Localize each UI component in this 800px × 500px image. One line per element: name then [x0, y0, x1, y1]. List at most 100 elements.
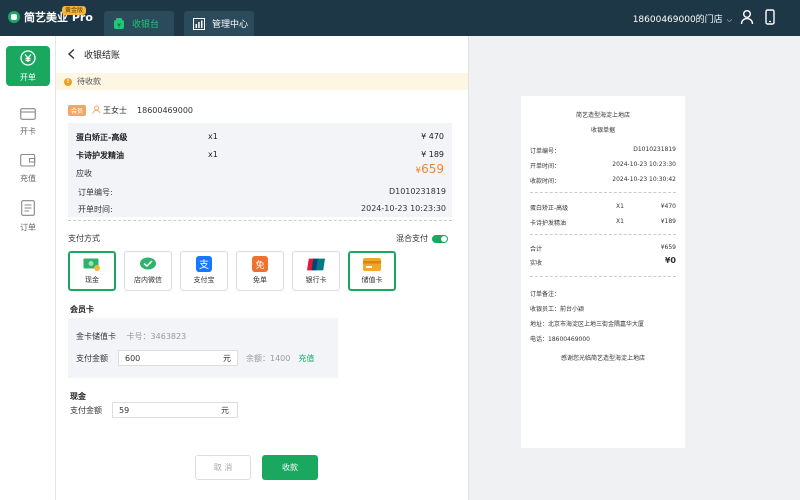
- card-amount-value: 600: [125, 353, 141, 363]
- svg-text:支: 支: [199, 259, 209, 271]
- open-time-row: 开单时间: 2024-10-23 10:23:30: [78, 204, 446, 215]
- page-title: 收银结账: [84, 50, 121, 61]
- member-card-box: 金卡储值卡 卡号：3463823 支付金额 600 元 余额：1400 充值: [68, 318, 338, 378]
- cancel-button[interactable]: 取 消: [195, 455, 251, 480]
- logo-icon: [8, 11, 20, 23]
- chart-icon: [192, 17, 206, 30]
- card-balance: 余额：1400: [246, 353, 291, 363]
- open-time: 2024-10-23 10:23:30: [361, 204, 446, 213]
- top-bar: 简艺美业 Pro 黄金版 ¥ 收银台 管理中心 18600469000的门店 ⌵: [0, 0, 800, 36]
- pay-method-alipay[interactable]: 支 支付宝: [180, 251, 228, 291]
- sidebar-item-orders[interactable]: 订单: [6, 196, 50, 236]
- wechat-icon: [139, 257, 157, 271]
- nav-management[interactable]: 管理中心: [184, 11, 254, 36]
- receipt-phone: 电话：18600469000: [530, 336, 590, 343]
- collect-payment-button[interactable]: 收款: [262, 455, 318, 480]
- sidebar-item-label: 充值: [20, 173, 36, 183]
- sidebar-item-label: 开卡: [20, 126, 36, 136]
- pay-method-label: 储值卡: [361, 276, 383, 284]
- status-text: 待收款: [77, 77, 101, 86]
- cash-pay-row: 支付金额 59 元: [70, 402, 238, 418]
- cash-icon: [83, 257, 101, 271]
- yuan-icon: [20, 49, 36, 68]
- sidebar: 开单 开卡 充值 订单: [0, 36, 56, 500]
- unit-label: 元: [221, 405, 229, 415]
- stored-card-icon: [363, 257, 381, 271]
- card-pay-row: 支付金额 600 元 余额：1400 充值: [76, 350, 314, 366]
- free-icon: 免: [251, 256, 269, 272]
- receipt-title: 收银单据: [590, 127, 615, 134]
- pay-method-label: 免单: [253, 276, 267, 284]
- pay-method-cash[interactable]: 现金: [68, 251, 116, 291]
- recharge-link[interactable]: 充值: [298, 353, 314, 364]
- sidebar-item-open-card[interactable]: 开卡: [6, 102, 50, 142]
- pay-method-label: 银行卡: [305, 276, 327, 284]
- item-price: ¥ 189: [421, 150, 444, 159]
- pay-method-bank-card[interactable]: 银行卡: [292, 251, 340, 291]
- cash-amount-input[interactable]: 59 元: [112, 402, 238, 418]
- receipt-store: 简艺造型海淀上地店: [575, 112, 630, 119]
- back-arrow-icon[interactable]: [66, 48, 78, 60]
- card-pay-label: 支付金额: [76, 353, 108, 363]
- payment-methods: 现金 店内微信 支 支付宝 免 免单 银行卡 储值卡: [68, 251, 408, 291]
- chevron-down-icon: ⌵: [726, 16, 732, 24]
- member-info: 会员 王女士 18600469000: [68, 105, 193, 116]
- receivable-label: 应收: [76, 169, 92, 178]
- item-price: ¥ 470: [421, 132, 444, 141]
- order-number-label: 订单编号:: [78, 188, 113, 197]
- card-amount-input[interactable]: 600 元: [118, 350, 238, 366]
- pay-method-label: 支付宝: [193, 276, 215, 284]
- svg-text:免: 免: [255, 259, 264, 271]
- receipt-remark: 订单备注：: [530, 291, 561, 298]
- store-selector[interactable]: 18600469000的门店 ⌵: [633, 12, 732, 25]
- mixed-payment-toggle[interactable]: [432, 234, 448, 243]
- order-item: 蛋白矫正-高级 x1 ¥ 470: [76, 132, 444, 143]
- pay-method-wechat[interactable]: 店内微信: [124, 251, 172, 291]
- card-info: 金卡储值卡 卡号：3463823: [76, 331, 186, 342]
- item-name: 卡诗护发精油: [76, 151, 124, 160]
- member-name: 王女士: [103, 106, 128, 115]
- user-icon[interactable]: [740, 9, 756, 25]
- order-number-row: 订单编号: D1010231819: [78, 187, 446, 198]
- warning-icon: !: [64, 77, 72, 86]
- pay-method-stored-card[interactable]: 储值卡: [348, 251, 396, 291]
- item-qty: x1: [208, 150, 218, 159]
- panel-header: 收银结账: [56, 36, 468, 72]
- unit-label: 元: [223, 353, 231, 363]
- cash-section-title: 现金: [70, 392, 86, 401]
- receivable-amount: ¥659: [415, 162, 444, 176]
- mobile-icon[interactable]: [764, 9, 780, 25]
- sidebar-item-recharge[interactable]: 充值: [6, 148, 50, 188]
- item-name: 蛋白矫正-高级: [76, 133, 128, 142]
- receipt-thanks: 感谢您光临简艺造型海淀上地店: [560, 355, 645, 362]
- mixed-payment: 混合支付: [396, 233, 448, 244]
- divider: [530, 234, 676, 235]
- svg-text:¥: ¥: [117, 22, 121, 29]
- divider: [530, 192, 676, 193]
- card-type: 金卡储值卡: [76, 332, 116, 341]
- wallet-icon: [20, 153, 36, 169]
- item-qty: x1: [208, 132, 218, 141]
- status-bar: ! 待收款: [56, 73, 468, 90]
- sidebar-item-label: 开单: [20, 72, 36, 82]
- sidebar-item-open-order[interactable]: 开单: [6, 46, 50, 86]
- nav-cashier[interactable]: ¥ 收银台: [104, 11, 174, 36]
- receipt: 简艺造型海淀上地店 收银单据 订单编号： D1010231819 开单时间： 202…: [521, 96, 685, 448]
- store-name: 18600469000的门店: [632, 15, 723, 25]
- pay-method-free[interactable]: 免 免单: [236, 251, 284, 291]
- pay-method-label: 店内微信: [134, 276, 162, 284]
- receipt-paid: 实收 ¥0: [530, 256, 676, 267]
- person-icon: [92, 105, 101, 116]
- receipt-cashier: 收银员工：前台小颖: [530, 306, 585, 313]
- unionpay-icon: [307, 257, 325, 271]
- divider: [530, 276, 676, 277]
- receipt-open-time: 开单时间： 2024-10-23 10:23:30: [530, 161, 676, 170]
- member-badge: 会员: [68, 105, 87, 116]
- open-time-label: 开单时间:: [78, 205, 113, 214]
- receipt-item: 蛋白矫正-高级 X1 ¥470: [530, 203, 676, 212]
- pay-method-label: 现金: [85, 276, 99, 284]
- cash-amount-value: 59: [119, 405, 130, 415]
- order-number: D1010231819: [388, 187, 446, 196]
- member-phone: 18600469000: [137, 106, 194, 115]
- order-items: 蛋白矫正-高级 x1 ¥ 470 卡诗护发精油 x1 ¥ 189 应收 ¥659: [68, 123, 452, 217]
